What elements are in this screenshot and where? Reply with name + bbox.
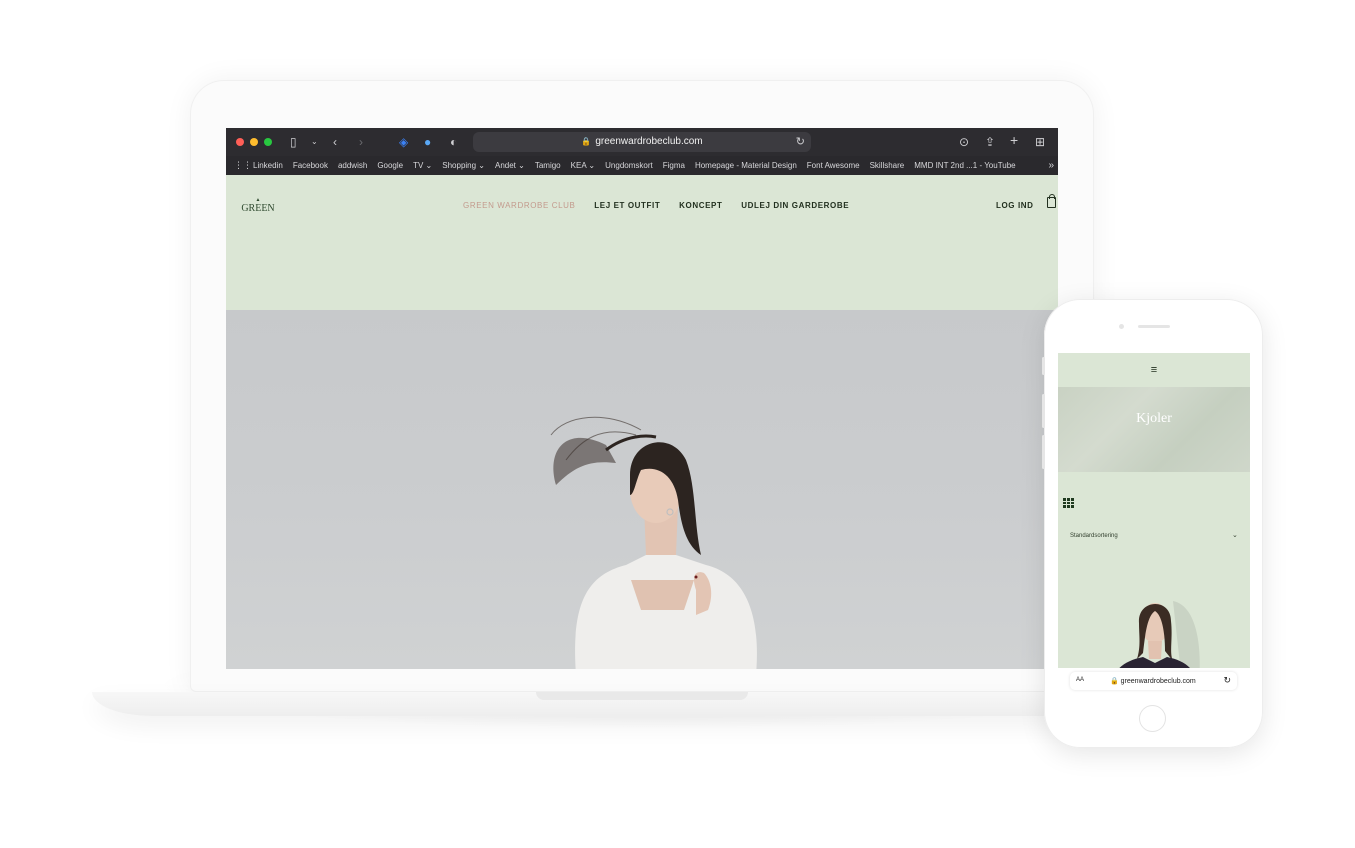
address-url: greenwardrobeclub.com [595, 136, 703, 147]
bookmark-list: Linkedin Facebook addwish Google TV ⌄ Shoppin… [253, 156, 1026, 175]
login-link[interactable]: LOG IND [996, 201, 1034, 210]
bookmark-item[interactable]: TV ⌄ [413, 161, 432, 170]
shopping-bag-icon[interactable] [1047, 194, 1056, 208]
phone-volume-down [1042, 435, 1045, 469]
browser-toolbar: ▯ ⌄ ‹ › ◈ ● ◐ 🔒 greenwardrobeclub.com ↻ ⊙… [226, 128, 1058, 156]
category-banner [1058, 387, 1250, 472]
site-header: ▲ GREEN GREEN WARDROBE CLUB LEJ ET OUTFI… [226, 175, 1058, 310]
text-size-button[interactable]: AA [1076, 677, 1084, 683]
laptop-notch [536, 692, 748, 700]
category-title: Kjoler [1136, 411, 1172, 426]
phone-screen: ≡ Kjoler Standardsortering ⌄ [1058, 353, 1250, 692]
logo-text: GREEN [241, 203, 275, 214]
close-window-button[interactable] [236, 138, 244, 146]
bookmark-item[interactable]: Andet ⌄ [495, 161, 525, 170]
tab-overview-icon[interactable]: ⊞ [1035, 134, 1045, 150]
bookmark-item[interactable]: Skillshare [870, 161, 905, 170]
favorites-grid-icon[interactable]: ⋮⋮ [234, 156, 252, 175]
privacy-shield-icon[interactable]: ◐ [450, 134, 457, 150]
reload-icon[interactable]: ↻ [1223, 675, 1231, 686]
bookmark-item[interactable]: MMD INT 2nd ...1 - YouTube [914, 161, 1015, 170]
sidebar-icon[interactable]: ▯ [290, 134, 297, 150]
nav-concept[interactable]: KONCEPT [679, 201, 722, 210]
phone-mute-switch [1042, 357, 1045, 375]
phone-speaker [1138, 325, 1170, 328]
bookmark-item[interactable]: Ungdomskort [605, 161, 653, 170]
lock-icon: 🔒 [581, 137, 592, 146]
share-icon[interactable]: ⇪ [985, 134, 995, 150]
zoom-window-button[interactable] [264, 138, 272, 146]
forward-icon[interactable]: › [359, 134, 363, 150]
mobile-safari-bar: AA 🔒 greenwardrobeclub.com ↻ [1058, 668, 1250, 694]
site-logo[interactable]: ▲ GREEN [234, 198, 282, 220]
nav-home[interactable]: GREEN WARDROBE CLUB [463, 201, 575, 210]
bookmark-item[interactable]: Linkedin [253, 161, 283, 170]
chevron-down-icon[interactable]: ⌄ [1232, 531, 1238, 539]
bookmarks-bar: ⋮⋮ Linkedin Facebook addwish Google TV ⌄ Shop… [226, 156, 1058, 175]
nav-lend-wardrobe[interactable]: UDLEJ DIN GARDEROBE [741, 201, 849, 210]
laptop-screen: ▯ ⌄ ‹ › ◈ ● ◐ 🔒 greenwardrobeclub.com ↻ ⊙… [226, 128, 1058, 669]
menu-icon[interactable]: ≡ [1148, 364, 1160, 376]
main-nav: GREEN WARDROBE CLUB LEJ ET OUTFIT KONCEP… [463, 201, 865, 210]
bookmark-item[interactable]: Font Awesome [807, 161, 860, 170]
grid-view-icon[interactable] [1063, 498, 1075, 508]
bookmark-item[interactable]: KEA ⌄ [571, 161, 596, 170]
alert-extension-icon[interactable]: ● [424, 134, 431, 150]
mobile-address-url: 🔒 greenwardrobeclub.com [1110, 678, 1196, 685]
bookmark-item[interactable]: Tamigo [535, 161, 561, 170]
more-bookmarks-icon[interactable]: » [1048, 156, 1054, 175]
downloads-icon[interactable]: ⊙ [959, 134, 969, 150]
hero-image [226, 310, 1058, 669]
extension-icon[interactable]: ◈ [399, 134, 408, 150]
back-icon[interactable]: ‹ [333, 134, 337, 150]
nav-rent-outfit[interactable]: LEJ ET OUTFIT [594, 201, 660, 210]
bookmark-item[interactable]: Homepage - Material Design [695, 161, 797, 170]
reload-icon[interactable]: ↻ [796, 132, 805, 152]
mobile-address-bar[interactable]: AA 🔒 greenwardrobeclub.com ↻ [1070, 672, 1237, 690]
home-button[interactable] [1139, 705, 1166, 732]
minimize-window-button[interactable] [250, 138, 258, 146]
sort-select[interactable]: Standardsortering [1070, 533, 1118, 539]
phone-frame: ≡ Kjoler Standardsortering ⌄ AA 🔒 greenw… [1042, 299, 1263, 748]
new-tab-icon[interactable]: + [1010, 132, 1018, 148]
mobile-url-text: greenwardrobeclub.com [1120, 678, 1196, 685]
chevron-down-icon[interactable]: ⌄ [311, 134, 318, 150]
bookmark-item[interactable]: Figma [663, 161, 685, 170]
bookmark-item[interactable]: Google [377, 161, 403, 170]
bookmark-item[interactable]: Shopping ⌄ [442, 161, 485, 170]
phone-camera [1119, 324, 1124, 329]
phone-volume-up [1042, 394, 1045, 428]
bookmark-item[interactable]: Facebook [293, 161, 328, 170]
bookmark-item[interactable]: addwish [338, 161, 367, 170]
woman-photo [550, 416, 757, 669]
address-bar[interactable]: 🔒 greenwardrobeclub.com ↻ [473, 132, 811, 152]
